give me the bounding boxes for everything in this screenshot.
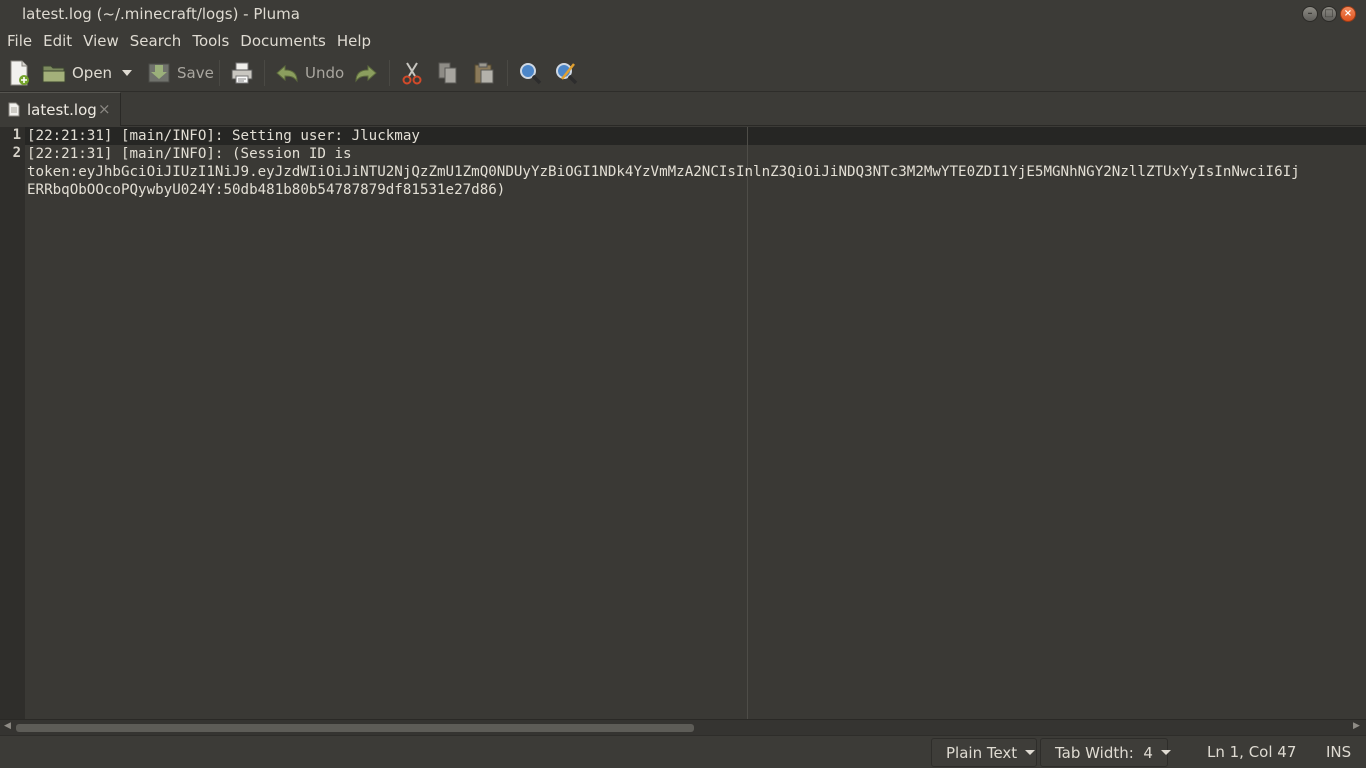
status-bar: Plain Text Tab Width: 4 Ln 1, Col 47 INS	[0, 735, 1366, 768]
find-replace-button[interactable]	[554, 54, 578, 92]
title-bar[interactable]: latest.log (~/.minecraft/logs) - Pluma –…	[0, 0, 1366, 28]
window-controls: – □ ×	[1302, 6, 1356, 22]
new-document-icon	[10, 60, 29, 86]
cursor-position: Ln 1, Col 47	[1207, 743, 1297, 761]
horizontal-scrollbar[interactable]: ◀ ▶	[0, 719, 1366, 735]
undo-label: Undo	[305, 64, 345, 82]
scroll-right-icon[interactable]: ▶	[1353, 721, 1360, 731]
save-label: Save	[177, 64, 214, 82]
tab-width-label: Tab Width: 4	[1055, 743, 1153, 762]
copy-icon	[438, 62, 457, 84]
copy-button[interactable]	[436, 54, 460, 92]
line-number-gutter: 1 2	[0, 127, 25, 719]
close-window-button[interactable]: ×	[1340, 6, 1356, 22]
toolbar-separator	[389, 60, 390, 86]
toolbar-separator	[507, 60, 508, 86]
document-tabs: latest.log ×	[0, 92, 1366, 126]
toolbar-separator	[264, 60, 265, 86]
redo-icon	[355, 64, 377, 83]
scrollbar-thumb[interactable]	[16, 724, 694, 732]
chevron-down-icon	[1025, 750, 1036, 755]
tab-label: latest.log	[27, 101, 97, 119]
minimize-button[interactable]: –	[1302, 6, 1318, 22]
open-recent-dropdown[interactable]	[122, 54, 132, 92]
menu-bar: File Edit View Search Tools Documents He…	[0, 28, 1366, 54]
menu-search[interactable]: Search	[130, 32, 182, 50]
menu-tools[interactable]: Tools	[192, 32, 229, 50]
menu-file[interactable]: File	[7, 32, 32, 50]
save-button[interactable]: Save	[147, 54, 214, 92]
maximize-button[interactable]: □	[1321, 6, 1337, 22]
language-label: Plain Text	[946, 743, 1018, 762]
undo-button[interactable]: Undo	[275, 54, 344, 92]
cut-button[interactable]	[400, 54, 424, 92]
redo-button[interactable]	[354, 54, 378, 92]
tab-close-icon[interactable]: ×	[98, 100, 111, 118]
tab-latest-log[interactable]: latest.log ×	[0, 92, 121, 126]
print-icon	[231, 62, 253, 84]
right-margin-line	[747, 127, 748, 719]
toolbar-separator	[219, 60, 220, 86]
find-replace-icon	[556, 63, 578, 85]
open-label: Open	[72, 64, 113, 82]
window-title: latest.log (~/.minecraft/logs) - Pluma	[22, 5, 300, 23]
find-icon	[520, 63, 542, 85]
print-button[interactable]	[230, 54, 254, 92]
code-line: [22:21:31] [main/INFO]: (Session ID is	[27, 146, 352, 162]
menu-view[interactable]: View	[83, 32, 119, 50]
cut-icon	[402, 62, 422, 85]
open-button[interactable]: Open	[42, 54, 112, 92]
chevron-down-icon	[1160, 750, 1171, 755]
text-area[interactable]: [22:21:31] [main/INFO]: Setting user: Jl…	[25, 127, 1366, 719]
find-button[interactable]	[518, 54, 542, 92]
language-selector[interactable]: Plain Text	[931, 738, 1037, 767]
line-number: 2	[12, 145, 21, 161]
folder-icon	[42, 65, 66, 83]
chevron-down-icon	[122, 70, 132, 76]
insert-mode-indicator: INS	[1326, 743, 1352, 761]
document-icon	[8, 102, 20, 117]
code-line-wrapped: ERRbqObOOcoPQywbyU024Y:50db481b80b547878…	[27, 182, 506, 198]
scroll-left-icon[interactable]: ◀	[4, 721, 11, 731]
code-line: [22:21:31] [main/INFO]: Setting user: Jl…	[27, 128, 420, 144]
toolbar: Open Save Undo	[0, 54, 1366, 92]
save-icon	[148, 63, 170, 83]
new-document-button[interactable]	[8, 54, 30, 92]
menu-documents[interactable]: Documents	[240, 32, 326, 50]
paste-button[interactable]	[472, 54, 496, 92]
tab-width-selector[interactable]: Tab Width: 4	[1040, 738, 1171, 767]
menu-edit[interactable]: Edit	[43, 32, 72, 50]
undo-icon	[276, 64, 298, 83]
menu-help[interactable]: Help	[337, 32, 371, 50]
editor: 1 2 [22:21:31] [main/INFO]: Setting user…	[0, 127, 1366, 719]
line-number: 1	[12, 127, 21, 143]
code-line-wrapped: token:eyJhbGciOiJIUzI1NiJ9.eyJzdWIiOiJiN…	[27, 164, 1300, 180]
paste-icon	[474, 62, 494, 84]
